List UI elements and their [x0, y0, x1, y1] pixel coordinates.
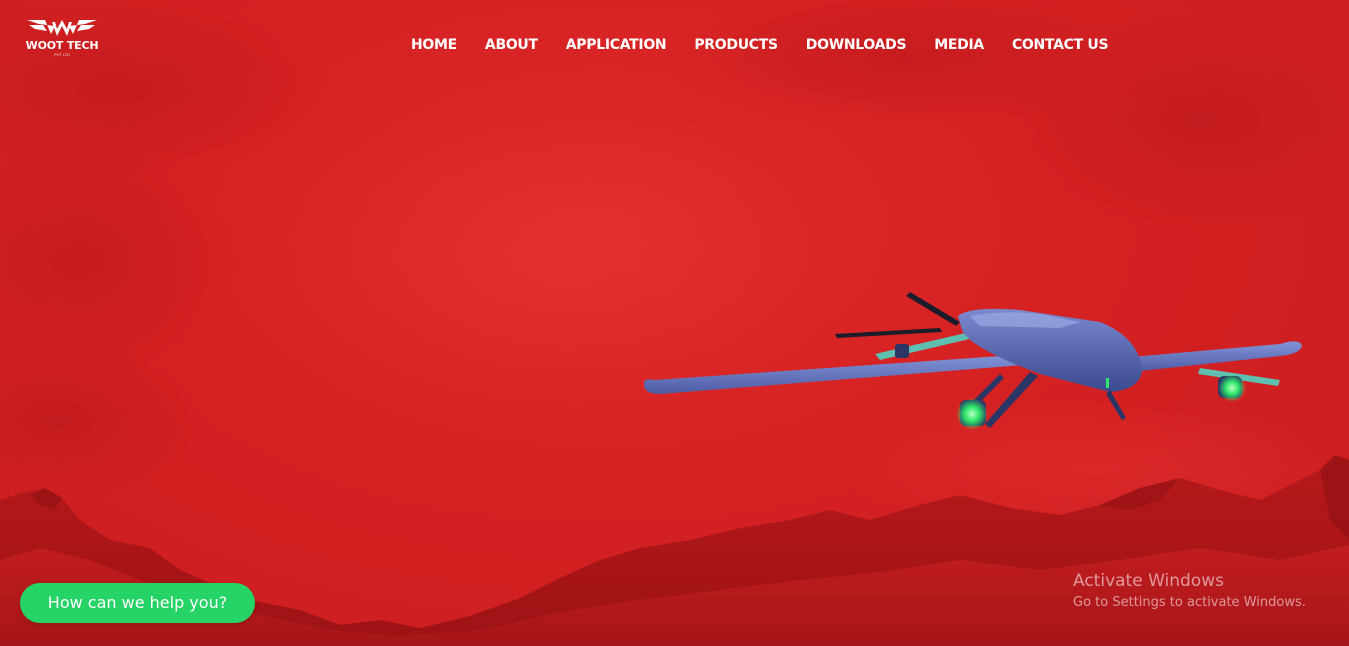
nav-item-downloads[interactable]: DOWNLOADS	[806, 35, 907, 55]
help-chat-button[interactable]: How can we help you?	[20, 583, 255, 623]
hero-section: WOOT TECH PVT LTD HOME ABOUT APPLICATION…	[0, 0, 1349, 646]
nav-item-products[interactable]: PRODUCTS	[694, 35, 778, 55]
brand-logo[interactable]: WOOT TECH PVT LTD	[22, 16, 102, 64]
nav-item-about[interactable]: ABOUT	[485, 35, 538, 55]
nav-item-media[interactable]: MEDIA	[934, 35, 984, 55]
activation-subtitle: Go to Settings to activate Windows.	[1073, 595, 1306, 610]
activation-title: Activate Windows	[1073, 571, 1224, 591]
logo-wordmark: WOOT TECH	[25, 39, 99, 52]
nav-item-application[interactable]: APPLICATION	[566, 35, 667, 55]
windows-activation-watermark: Activate Windows Go to Settings to activ…	[1073, 570, 1306, 612]
main-navigation: HOME ABOUT APPLICATION PRODUCTS DOWNLOAD…	[411, 35, 1109, 55]
winged-w-logo-icon	[27, 20, 97, 36]
logo-subtext: PVT LTD	[53, 52, 71, 57]
vtol-fixed-wing-drone-icon	[644, 292, 1302, 430]
nav-item-home[interactable]: HOME	[411, 35, 457, 55]
nav-item-contact-us[interactable]: CONTACT US	[1012, 35, 1109, 55]
